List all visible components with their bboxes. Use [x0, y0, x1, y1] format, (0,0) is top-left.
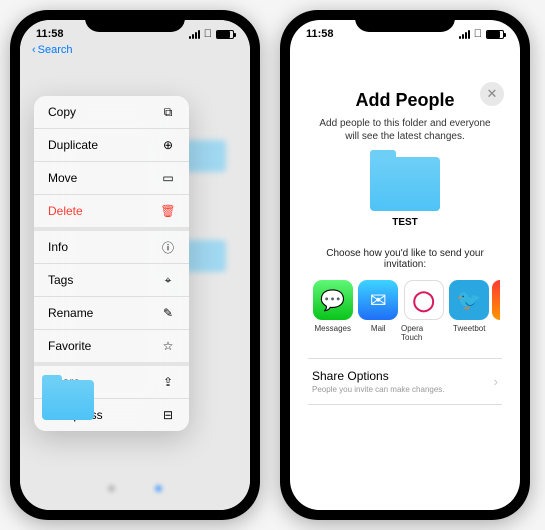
menu-item-duplicate[interactable]: Duplicate ⊕: [34, 129, 189, 162]
screen-right: 11:58 􀙇 ✕ Add People Add people to this …: [290, 20, 520, 510]
sheet-subtitle: Add people to this folder and everyone w…: [308, 117, 502, 143]
share-app-opera-touch[interactable]: ◯ Opera Touch: [401, 280, 447, 342]
battery-icon: [216, 30, 234, 39]
share-app-tweetbot[interactable]: 🐦 Tweetbot: [447, 280, 493, 342]
menu-item-tags[interactable]: Tags ⌖: [34, 264, 189, 297]
trash-icon: 🗑: [161, 204, 175, 218]
share-app-messages[interactable]: 💬 Messages: [310, 280, 356, 342]
menu-item-copy[interactable]: Copy ⧉: [34, 96, 189, 129]
phone-right: 11:58 􀙇 ✕ Add People Add people to this …: [280, 10, 530, 520]
app-icon: ✉︎: [358, 280, 398, 320]
status-time: 11:58: [306, 28, 334, 40]
app-label: Messages: [315, 324, 351, 333]
folder-icon: ▭: [161, 171, 175, 185]
folder-name: TEST: [308, 217, 502, 228]
back-label: Search: [38, 44, 73, 56]
add-people-sheet: ✕ Add People Add people to this folder a…: [296, 72, 514, 510]
share-app-mail[interactable]: ✉︎ Mail: [356, 280, 402, 342]
folder-icon: [42, 380, 94, 420]
menu-item-move[interactable]: Move ▭: [34, 162, 189, 195]
wifi-icon: 􀙇: [474, 28, 482, 40]
chevron-right-icon: ›: [494, 374, 498, 389]
share-app-overflow[interactable]: [492, 280, 500, 320]
invite-label: Choose how you'd like to send your invit…: [308, 248, 502, 270]
share-options-row[interactable]: Share Options People you invite can make…: [308, 358, 502, 405]
app-row: 💬 Messages ✉︎ Mail ◯ Opera Touch🐦 Tweetbot: [308, 280, 502, 342]
signal-icon: [459, 30, 470, 39]
share-options-subtitle: People you invite can make changes.: [312, 385, 445, 394]
menu-item-label: Delete: [48, 204, 83, 218]
duplicate-icon: ⊕: [161, 138, 175, 152]
battery-icon: [486, 30, 504, 39]
close-button[interactable]: ✕: [480, 82, 504, 106]
menu-item-label: Rename: [48, 306, 93, 320]
app-icon: 💬: [313, 280, 353, 320]
back-button[interactable]: ‹ Search: [20, 42, 250, 58]
pencil-icon: ✎: [161, 306, 175, 320]
app-icon: 🐦: [449, 280, 489, 320]
info-icon: ⓘ: [161, 240, 175, 254]
menu-item-label: Duplicate: [48, 138, 98, 152]
app-label: Mail: [371, 324, 386, 333]
tag-icon: ⌖: [161, 273, 175, 287]
menu-item-label: Copy: [48, 105, 76, 119]
chevron-left-icon: ‹: [32, 44, 36, 56]
menu-item-label: Info: [48, 240, 68, 254]
close-icon: ✕: [487, 86, 498, 102]
menu-item-label: Favorite: [48, 339, 91, 353]
selected-folder[interactable]: [42, 380, 94, 420]
app-icon: ◯: [404, 280, 444, 320]
copy-icon: ⧉: [161, 105, 175, 119]
status-time: 11:58: [36, 28, 64, 40]
wifi-icon: 􀙇: [204, 28, 212, 40]
menu-item-info[interactable]: Info ⓘ: [34, 231, 189, 264]
screen-left: 11:58 􀙇 ‹ Search Copy ⧉ Duplicate ⊕ Move ▭ Del…: [20, 20, 250, 510]
app-label: Opera Touch: [401, 324, 447, 342]
app-label: Tweetbot: [453, 324, 485, 333]
menu-item-rename[interactable]: Rename ✎: [34, 297, 189, 330]
signal-icon: [189, 30, 200, 39]
archive-icon: ⊟: [161, 408, 175, 422]
share-icon: ⇪: [161, 375, 175, 389]
phone-left: 11:58 􀙇 ‹ Search Copy ⧉ Duplicate ⊕ Move ▭ Del…: [10, 10, 260, 520]
share-options-title: Share Options: [312, 369, 445, 383]
menu-item-label: Tags: [48, 273, 73, 287]
menu-item-delete[interactable]: Delete 🗑: [34, 195, 189, 231]
folder-preview: [370, 157, 440, 211]
page-dots: [108, 485, 162, 492]
notch: [355, 10, 455, 32]
notch: [85, 10, 185, 32]
star-icon: ☆: [161, 339, 175, 353]
sheet-title: Add People: [308, 90, 502, 111]
folder-icon: [370, 157, 440, 211]
menu-item-label: Move: [48, 171, 77, 185]
menu-item-favorite[interactable]: Favorite ☆: [34, 330, 189, 366]
